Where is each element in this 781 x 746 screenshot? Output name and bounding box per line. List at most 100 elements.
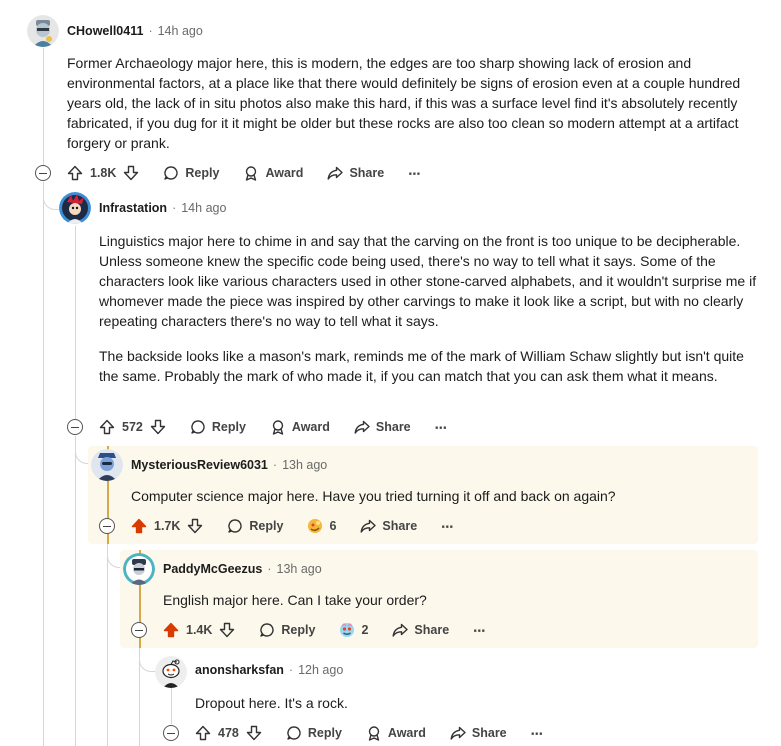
share-label: Share xyxy=(349,166,385,180)
share-button[interactable]: Share xyxy=(327,165,384,181)
upvote-icon-active[interactable] xyxy=(131,518,147,534)
award-emoji-icon xyxy=(340,623,355,637)
award-button[interactable]: Award xyxy=(366,725,426,741)
avatar[interactable] xyxy=(91,449,123,481)
separator-dot: · xyxy=(288,663,294,677)
thread-curve xyxy=(139,654,155,672)
upvote-icon[interactable] xyxy=(99,419,115,435)
share-icon xyxy=(327,166,344,180)
thread-line xyxy=(75,226,76,419)
vote-count: 1.7K xyxy=(154,519,181,533)
comment-body: Dropout here. It's a rock. xyxy=(195,693,755,713)
thread-line xyxy=(107,535,108,746)
award-label: Award xyxy=(387,726,426,740)
collapse-button[interactable] xyxy=(35,165,51,181)
timestamp[interactable]: 12h ago xyxy=(298,663,343,677)
share-icon xyxy=(392,623,409,637)
comment-icon xyxy=(260,623,275,637)
comment-paragraph: Linguistics major here to chime in and s… xyxy=(99,233,757,329)
collapse-button[interactable] xyxy=(99,518,115,534)
avatar[interactable] xyxy=(27,15,59,47)
thread-curve xyxy=(43,192,59,210)
comment-paragraph: The backside looks like a mason's mark, … xyxy=(99,348,744,384)
separator-dot: · xyxy=(267,562,272,576)
comment-paragraph: Former Archaeology major here, this is m… xyxy=(67,55,741,151)
timestamp[interactable]: 14h ago xyxy=(158,24,203,38)
author-name[interactable]: PaddyMcGeezus xyxy=(163,562,262,576)
vote-count: 572 xyxy=(122,420,143,434)
author-name[interactable]: CHowell0411 xyxy=(67,24,143,38)
thread-line xyxy=(171,688,172,724)
timestamp[interactable]: 13h ago xyxy=(282,458,327,472)
award-count: 2 xyxy=(361,623,369,637)
separator-dot: · xyxy=(172,201,177,215)
more-options-icon[interactable]: ⋯ xyxy=(531,726,545,741)
thread-line xyxy=(75,436,76,746)
author-name[interactable]: Infrastation xyxy=(99,201,167,215)
timestamp[interactable]: 14h ago xyxy=(181,201,226,215)
thread-line xyxy=(43,48,44,165)
share-button[interactable]: Share xyxy=(354,419,411,435)
reply-button[interactable]: Reply xyxy=(163,165,219,181)
avatar[interactable] xyxy=(59,192,91,224)
comment-paragraph: Computer science major here. Have you tr… xyxy=(131,488,616,504)
more-options-icon[interactable]: ⋯ xyxy=(473,623,487,638)
comment-icon xyxy=(191,420,205,434)
comment-icon xyxy=(228,519,243,533)
action-bar: 1.4K Reply 2 Share ⋯ xyxy=(163,617,487,643)
reply-label: Reply xyxy=(211,420,246,434)
vote-group: 1.8K xyxy=(67,165,139,181)
author-name[interactable]: MysteriousReview6031 xyxy=(131,458,268,472)
reply-label: Reply xyxy=(185,166,220,180)
reply-button[interactable]: Reply xyxy=(227,518,283,534)
reply-button[interactable]: Reply xyxy=(190,419,246,435)
share-button[interactable]: Share xyxy=(360,518,417,534)
more-options-icon[interactable]: ⋯ xyxy=(441,519,455,534)
share-button[interactable]: Share xyxy=(392,622,449,638)
share-label: Share xyxy=(414,623,450,637)
collapse-button[interactable] xyxy=(163,725,179,741)
vote-count: 1.8K xyxy=(90,166,117,180)
more-options-icon[interactable]: ⋯ xyxy=(435,420,449,435)
comment-body: Computer science major here. Have you tr… xyxy=(131,486,751,506)
comment-body: English major here. Can I take your orde… xyxy=(163,590,753,610)
share-label: Share xyxy=(375,420,411,434)
action-bar: 1.7K Reply 6 Share ⋯ xyxy=(131,513,455,539)
avatar[interactable] xyxy=(123,553,155,585)
comment-meta: CHowell0411 · 14h ago xyxy=(67,23,203,39)
downvote-icon[interactable] xyxy=(150,419,166,435)
upvote-icon-active[interactable] xyxy=(163,622,179,638)
comment-paragraph: Dropout here. It's a rock. xyxy=(195,695,348,711)
upvote-icon[interactable] xyxy=(67,165,83,181)
downvote-icon[interactable] xyxy=(219,622,235,638)
award-count: 6 xyxy=(329,519,337,533)
share-icon xyxy=(450,726,466,740)
collapse-button[interactable] xyxy=(131,622,147,638)
award-button[interactable]: Award xyxy=(243,165,303,181)
reply-button[interactable]: Reply xyxy=(286,725,342,741)
reply-label: Reply xyxy=(249,519,284,533)
award-emoji-icon xyxy=(308,519,323,533)
comment-icon xyxy=(164,166,179,180)
downvote-icon[interactable] xyxy=(187,518,203,534)
timestamp[interactable]: 13h ago xyxy=(277,562,322,576)
avatar[interactable] xyxy=(155,656,187,688)
share-button[interactable]: Share xyxy=(450,725,507,741)
upvote-icon[interactable] xyxy=(195,725,211,741)
award-button[interactable]: Award xyxy=(270,419,330,435)
author-name[interactable]: anonsharksfan xyxy=(195,663,284,677)
more-options-icon[interactable]: ⋯ xyxy=(408,166,422,181)
vote-group: 1.4K xyxy=(163,622,235,638)
award-button[interactable]: 6 xyxy=(307,518,336,534)
collapse-button[interactable] xyxy=(67,419,83,435)
thread-line xyxy=(43,182,44,746)
award-icon xyxy=(272,420,284,435)
award-button[interactable]: 2 xyxy=(339,622,368,638)
comment-meta: PaddyMcGeezus · 13h ago xyxy=(163,561,322,577)
downvote-icon[interactable] xyxy=(123,165,139,181)
comment-meta: Infrastation · 14h ago xyxy=(99,200,226,216)
vote-count: 478 xyxy=(218,726,239,740)
reply-button[interactable]: Reply xyxy=(259,622,315,638)
downvote-icon[interactable] xyxy=(246,725,262,741)
share-label: Share xyxy=(471,726,507,740)
